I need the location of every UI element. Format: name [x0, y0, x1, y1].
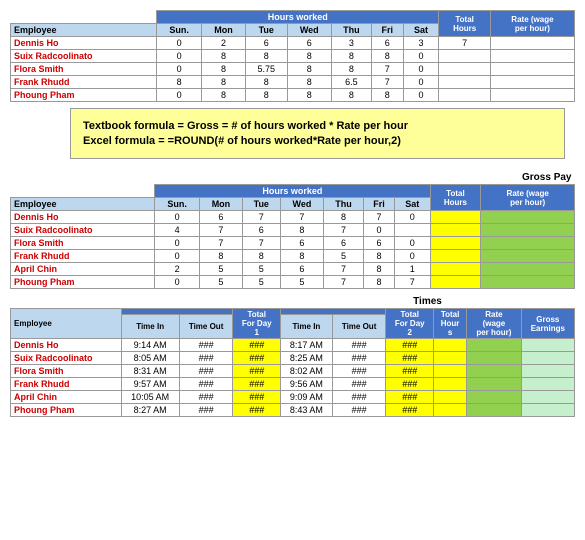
- rate-header: Rate (wageper hour): [490, 11, 574, 37]
- employee-name: Dennis Ho: [11, 37, 157, 50]
- section3-table: Times Employee TotalFor Day1 TotalFor Da…: [10, 295, 575, 417]
- formula1-text: Textbook formula = Gross = # of hours wo…: [83, 120, 552, 132]
- thu-header: Thu: [331, 24, 371, 37]
- table-row: Flora Smith 0776660: [11, 237, 575, 250]
- tue-header: Tue: [245, 24, 287, 37]
- employee-name: Frank Rhudd: [11, 76, 157, 89]
- table-row: Phoung Pham 8:27 AM###### 8:43 AM######: [11, 404, 575, 417]
- employee-col-header3: Employee: [11, 309, 122, 339]
- employee-name: April Chin: [11, 391, 122, 404]
- employee-name: Suix Radcoolinato: [11, 224, 155, 237]
- table-row: Suix Radcoolinato 8:05 AM###### 8:25 AM#…: [11, 352, 575, 365]
- spreadsheet: Hours worked TotalHours Rate (wageper ho…: [10, 10, 575, 417]
- employee-name: Dennis Ho: [11, 211, 155, 224]
- section2-table: Gross Pay Hours worked TotalHours Rate (…: [10, 171, 575, 289]
- employee-name: Phoung Pham: [11, 404, 122, 417]
- employee-name: Flora Smith: [11, 365, 122, 378]
- employee-name: Flora Smith: [11, 63, 157, 76]
- table-row: April Chin 10:05 AM###### 9:09 AM######: [11, 391, 575, 404]
- employee-col-header: Employee: [11, 24, 157, 37]
- hours-worked-header: Hours worked: [157, 11, 439, 24]
- formula-box: Textbook formula = Gross = # of hours wo…: [70, 108, 565, 159]
- employee-name: Flora Smith: [11, 237, 155, 250]
- hours-worked-header2: Hours worked: [155, 185, 430, 198]
- table-row: Frank Rhudd 0888580: [11, 250, 575, 263]
- table-row: Suix Radcoolinato 0888880: [11, 50, 575, 63]
- gross-pay-label: Gross Pay: [481, 171, 575, 185]
- gross-earnings-header: GrossEarnings: [521, 309, 574, 339]
- table-row: Frank Rhudd 9:57 AM###### 9:56 AM######: [11, 378, 575, 391]
- times-title: Times: [281, 295, 575, 309]
- employee-name: April Chin: [11, 263, 155, 276]
- table-row: April Chin 2556781: [11, 263, 575, 276]
- table-row: Dennis Ho 0266363 7: [11, 37, 575, 50]
- table-row: Phoung Pham 0555787: [11, 276, 575, 289]
- table-row: Dennis Ho 9:14 AM###### 8:17 AM######: [11, 339, 575, 352]
- employee-col-header2: Employee: [11, 198, 155, 211]
- table-row: Suix Radcoolinato 476870: [11, 224, 575, 237]
- employee-name: Frank Rhudd: [11, 250, 155, 263]
- table-row: Frank Rhudd 88886.570: [11, 76, 575, 89]
- formula2-text: Excel formula = =ROUND(# of hours worked…: [83, 135, 552, 147]
- total-hours-header: TotalHours: [439, 11, 490, 37]
- table-row: Flora Smith 085.758870: [11, 63, 575, 76]
- employee-name: Phoung Pham: [11, 276, 155, 289]
- employee-name: Suix Radcoolinato: [11, 352, 122, 365]
- employee-name: Suix Radcoolinato: [11, 50, 157, 63]
- employee-name: Phoung Pham: [11, 89, 157, 102]
- wed-header: Wed: [287, 24, 331, 37]
- total-hours-header2: TotalHours: [430, 185, 481, 211]
- fri-header: Fri: [371, 24, 403, 37]
- table-row: Flora Smith 8:31 AM###### 8:02 AM######: [11, 365, 575, 378]
- mon-header: Mon: [202, 24, 246, 37]
- rate-header2: Rate (wageper hour): [481, 185, 575, 211]
- sun-header: Sun.: [157, 24, 202, 37]
- sat-header: Sat: [403, 24, 439, 37]
- employee-name: Frank Rhudd: [11, 378, 122, 391]
- total-for-day2-header: TotalFor Day2: [386, 309, 434, 339]
- total-hours-header3: TotalHours: [434, 309, 467, 339]
- section1-table: Hours worked TotalHours Rate (wageper ho…: [10, 10, 575, 102]
- rate-header3: Rate(wageper hour): [467, 309, 521, 339]
- employee-name: Dennis Ho: [11, 339, 122, 352]
- total-for-day1-header: TotalFor Day1: [233, 309, 281, 339]
- table-row: Dennis Ho 0677870: [11, 211, 575, 224]
- table-row: Phoung Pham 0888880: [11, 89, 575, 102]
